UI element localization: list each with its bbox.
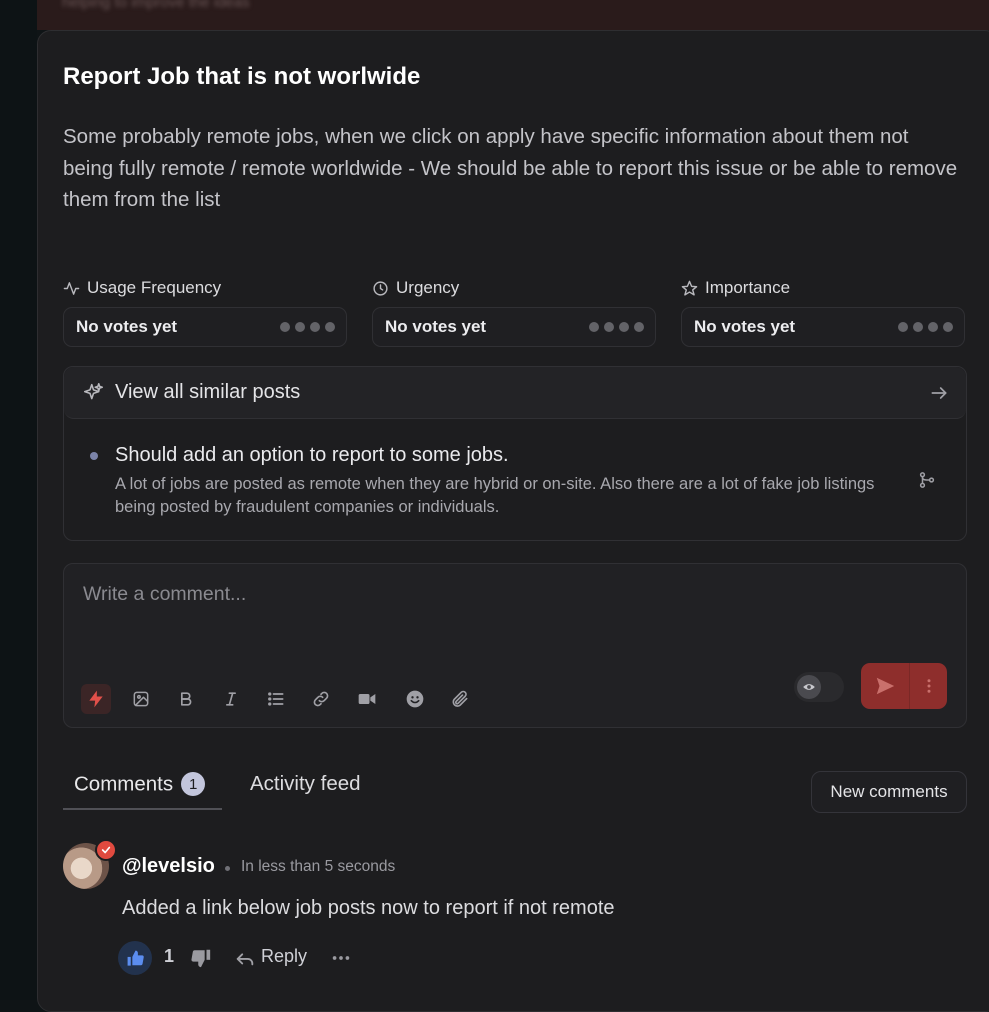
list-icon xyxy=(268,692,284,706)
active-tab-indicator xyxy=(63,808,222,810)
metric-value: No votes yet xyxy=(385,317,487,336)
similar-posts-panel: View all similar posts Should add an opt… xyxy=(63,366,967,541)
bold-icon xyxy=(181,692,192,706)
thumbs-up-icon xyxy=(127,950,144,966)
metric-label: Urgency xyxy=(396,278,460,297)
more-horizontal-icon[interactable] xyxy=(330,947,352,969)
visibility-toggle[interactable] xyxy=(794,672,844,702)
image-button[interactable] xyxy=(126,684,156,714)
more-vertical-icon xyxy=(927,679,930,693)
metric-importance: Importance No votes yet xyxy=(681,277,967,347)
tab-comments[interactable]: Comments 1 xyxy=(74,772,206,797)
metric-usage-frequency: Usage Frequency No votes yet xyxy=(63,277,349,347)
send-icon xyxy=(876,677,895,695)
metric-vote-box[interactable]: No votes yet xyxy=(681,307,965,347)
bullet-icon xyxy=(90,452,98,460)
attachment-icon xyxy=(452,690,468,707)
video-icon xyxy=(358,694,376,704)
lightning-button[interactable] xyxy=(81,684,111,714)
send-button-group xyxy=(861,663,947,709)
send-options-button[interactable] xyxy=(910,663,947,709)
comments-count-badge: 1 xyxy=(181,772,206,796)
similar-post-body: A lot of jobs are posted as remote when … xyxy=(115,475,875,516)
like-button[interactable] xyxy=(118,941,152,975)
new-comments-button[interactable]: New comments xyxy=(811,771,967,813)
merge-icon[interactable] xyxy=(918,471,936,489)
sparkles-icon xyxy=(83,382,104,400)
like-count: 1 xyxy=(164,946,175,966)
send-button[interactable] xyxy=(861,663,910,709)
post-title: Report Job that is not worlwide xyxy=(63,63,421,90)
separator-dot xyxy=(225,866,230,871)
arrow-right-icon xyxy=(931,387,947,399)
reply-icon[interactable] xyxy=(234,947,256,969)
left-sidebar-strip xyxy=(0,0,37,1000)
metric-value: No votes yet xyxy=(76,317,178,336)
thumbs-down-icon[interactable] xyxy=(190,947,212,969)
metric-label: Importance xyxy=(705,278,791,297)
comment-text: Added a link below job posts now to repo… xyxy=(122,897,615,919)
activity-icon xyxy=(63,281,80,295)
metric-value: No votes yet xyxy=(694,317,796,336)
attachment-button[interactable] xyxy=(445,684,475,714)
similar-posts-label: View all similar posts xyxy=(115,381,301,403)
comment-username[interactable]: @levelsio xyxy=(122,855,215,878)
image-icon xyxy=(133,691,149,707)
eye-icon xyxy=(803,684,815,690)
view-similar-posts-button[interactable]: View all similar posts xyxy=(64,367,966,419)
comment-input[interactable] xyxy=(81,578,785,610)
tab-activity-feed[interactable]: Activity feed xyxy=(250,772,361,796)
similar-post-title[interactable]: Should add an option to report to some j… xyxy=(115,444,509,467)
lightning-icon xyxy=(89,690,103,708)
verified-badge-icon xyxy=(95,839,117,861)
italic-icon xyxy=(226,692,236,706)
vote-dots xyxy=(898,322,953,332)
link-icon xyxy=(313,691,329,707)
video-button[interactable] xyxy=(352,684,382,714)
background-banner-text: helping to improve the ideas xyxy=(62,0,250,11)
link-button[interactable] xyxy=(306,684,336,714)
tab-comments-label: Comments xyxy=(74,772,174,796)
emoji-icon xyxy=(406,690,424,708)
metric-vote-box[interactable]: No votes yet xyxy=(372,307,656,347)
metric-vote-box[interactable]: No votes yet xyxy=(63,307,347,347)
vote-dots xyxy=(280,322,335,332)
star-icon xyxy=(681,280,698,296)
comment-timestamp: In less than 5 seconds xyxy=(241,858,396,875)
reply-button[interactable]: Reply xyxy=(261,946,307,967)
bold-button[interactable] xyxy=(171,684,201,714)
vote-dots xyxy=(589,322,644,332)
list-button[interactable] xyxy=(261,684,291,714)
italic-button[interactable] xyxy=(216,684,246,714)
metric-urgency: Urgency No votes yet xyxy=(372,277,658,347)
emoji-button[interactable] xyxy=(400,684,430,714)
clock-icon xyxy=(373,280,388,296)
comment-composer xyxy=(63,563,967,728)
metric-label: Usage Frequency xyxy=(87,278,222,297)
post-description: Some probably remote jobs, when we click… xyxy=(63,125,958,211)
